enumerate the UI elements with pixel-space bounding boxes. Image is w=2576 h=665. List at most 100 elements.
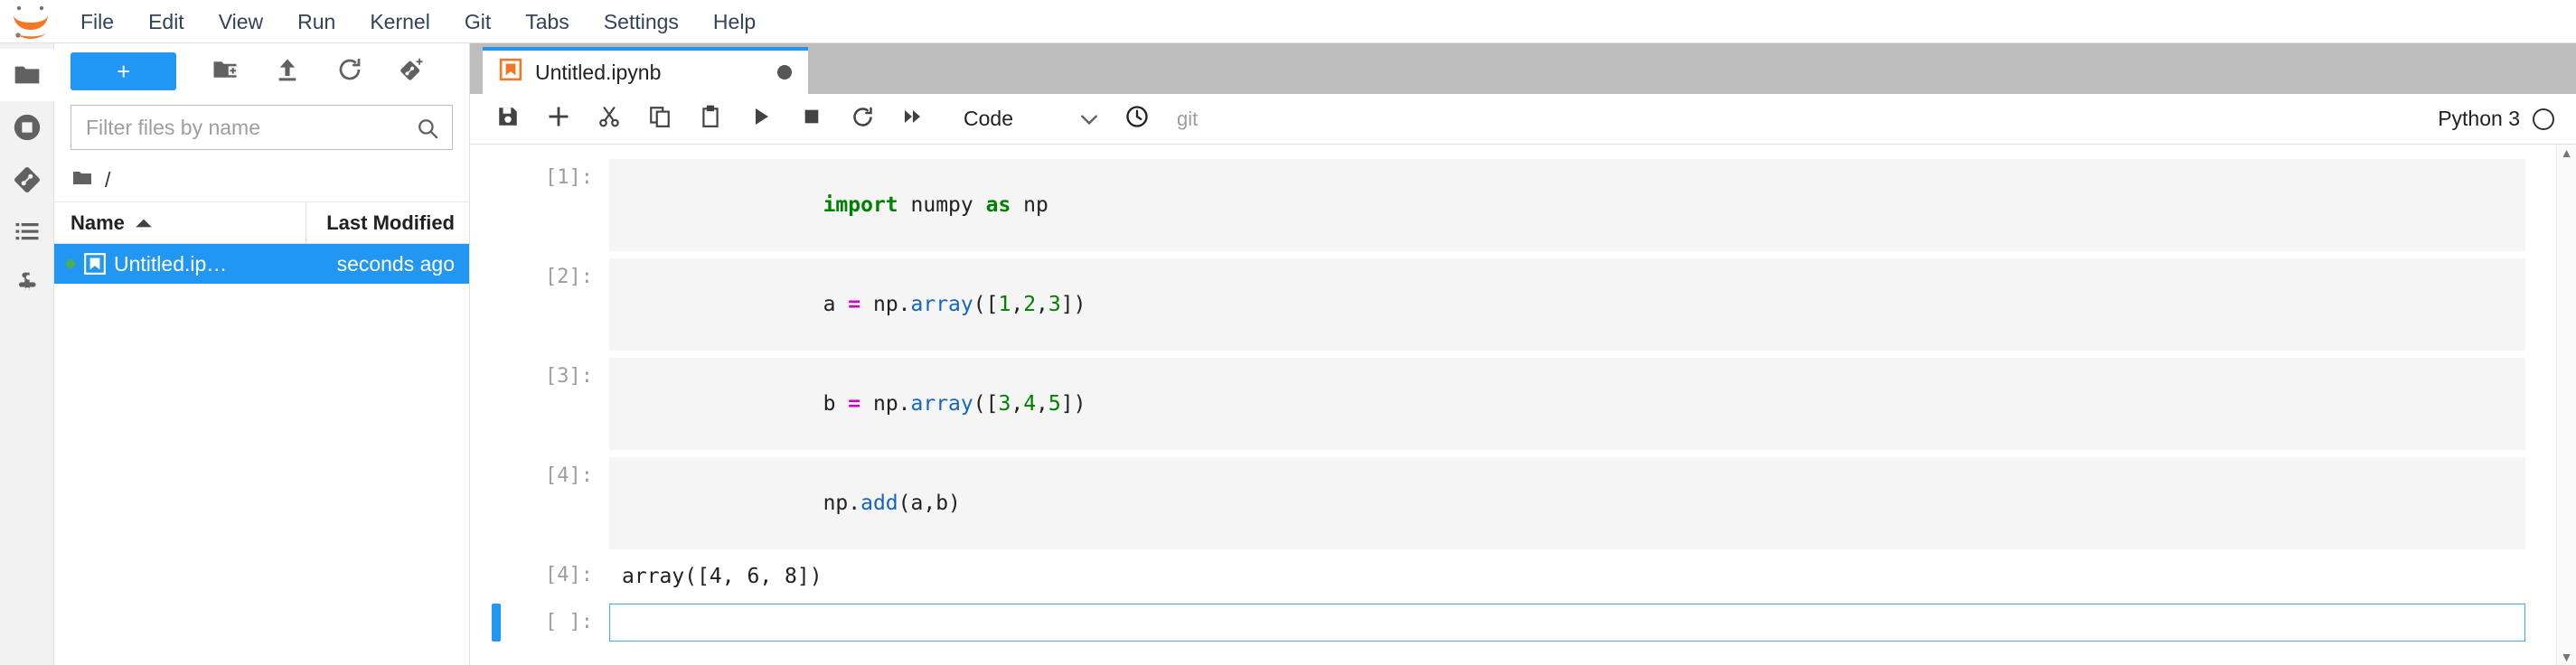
unsaved-changes-dot[interactable] bbox=[777, 65, 792, 80]
notebook-cell[interactable]: [4]: np.add(a,b) bbox=[470, 454, 2556, 553]
notebook-icon bbox=[499, 58, 522, 87]
file-last-modified: seconds ago bbox=[336, 251, 455, 276]
play-icon bbox=[750, 106, 772, 132]
extensions-puzzle-icon bbox=[13, 270, 42, 299]
code-token: array bbox=[910, 392, 973, 416]
code-token: b bbox=[823, 392, 849, 416]
menu-item-run[interactable]: Run bbox=[283, 5, 350, 39]
kernel-idle-circle-icon[interactable] bbox=[2533, 108, 2554, 130]
breadcrumb-path[interactable]: / bbox=[105, 168, 110, 192]
cell-active-accent bbox=[492, 358, 501, 450]
code-token: import bbox=[823, 193, 898, 217]
menu-item-view[interactable]: View bbox=[204, 5, 277, 39]
cell-output-area: array([4, 6, 8]) bbox=[622, 565, 823, 588]
menu-item-help[interactable]: Help bbox=[699, 5, 770, 39]
upload-icon bbox=[275, 57, 300, 87]
code-token: numpy bbox=[898, 193, 986, 217]
cell-input-area[interactable]: import numpy as np bbox=[609, 159, 2525, 251]
notebook-cell-active[interactable]: [ ]: bbox=[470, 600, 2556, 645]
column-header-name[interactable]: Name bbox=[54, 202, 306, 243]
folder-icon bbox=[71, 167, 94, 193]
file-list-empty-space bbox=[54, 284, 469, 665]
code-token: = bbox=[848, 293, 861, 316]
plus-icon bbox=[546, 104, 571, 134]
scroll-up-arrow-icon[interactable]: ▲ bbox=[2561, 146, 2573, 159]
copy-cells-button[interactable] bbox=[635, 97, 685, 142]
run-cell-button[interactable] bbox=[736, 97, 786, 142]
save-button[interactable] bbox=[483, 97, 533, 142]
menu-bar: File Edit View Run Kernel Git Tabs Setti… bbox=[0, 0, 2576, 43]
file-list-item-untitled[interactable]: Untitled.ip… seconds ago bbox=[54, 244, 469, 284]
code-token: 1 bbox=[998, 293, 1011, 316]
execution-history-button[interactable] bbox=[1112, 97, 1162, 142]
git-toolbar-label[interactable]: git bbox=[1177, 108, 1198, 131]
sidebar-item-table-of-contents[interactable] bbox=[0, 206, 54, 258]
cut-cells-button[interactable] bbox=[584, 97, 635, 142]
insert-cell-below-button[interactable] bbox=[533, 97, 584, 142]
code-token: np. bbox=[860, 392, 911, 416]
notebook-cell[interactable]: [2]: a = np.array([1,2,3]) bbox=[470, 255, 2556, 354]
cell-type-dropdown[interactable]: Code bbox=[964, 98, 1099, 141]
upload-files-button[interactable] bbox=[266, 50, 308, 93]
restart-kernel-button[interactable] bbox=[837, 97, 888, 142]
column-header-last-modified[interactable]: Last Modified bbox=[306, 211, 469, 235]
paste-cells-button[interactable] bbox=[685, 97, 736, 142]
restart-and-run-all-button[interactable] bbox=[888, 97, 938, 142]
new-folder-button[interactable] bbox=[203, 50, 246, 93]
menu-item-edit[interactable]: Edit bbox=[134, 5, 199, 39]
tab-untitled-ipynb[interactable]: Untitled.ipynb bbox=[483, 47, 808, 94]
cell-active-accent bbox=[492, 159, 501, 251]
breadcrumb[interactable]: / bbox=[54, 159, 469, 202]
jupyter-logo-icon bbox=[7, 3, 54, 41]
main-body: + Filter files by name / Name Last Modif… bbox=[0, 43, 2576, 665]
search-icon bbox=[416, 117, 439, 145]
code-token: , bbox=[1036, 293, 1048, 316]
cell-input-area-empty[interactable] bbox=[609, 604, 2525, 642]
menu-item-settings[interactable]: Settings bbox=[589, 5, 693, 39]
tab-bar: Untitled.ipynb bbox=[470, 43, 2576, 94]
sidebar-item-running-kernels[interactable] bbox=[0, 101, 54, 154]
menu-item-git[interactable]: Git bbox=[450, 5, 505, 39]
tab-label: Untitled.ipynb bbox=[535, 60, 662, 84]
menu-item-file[interactable]: File bbox=[66, 5, 128, 39]
refresh-file-list-button[interactable] bbox=[328, 50, 371, 93]
code-token: (a,b) bbox=[898, 492, 961, 515]
activity-bar bbox=[0, 43, 54, 665]
notebook-scroll-wrapper: [1]: import numpy as np [2]: a = np.arra… bbox=[470, 145, 2576, 665]
save-floppy-icon bbox=[496, 105, 520, 133]
copy-icon bbox=[648, 105, 672, 133]
code-token: ([ bbox=[973, 293, 999, 316]
notebook-scrollbar[interactable]: ▲ ▼ bbox=[2556, 145, 2576, 665]
git-icon bbox=[13, 165, 42, 194]
sidebar-item-extension-manager[interactable] bbox=[0, 258, 54, 311]
interrupt-kernel-button[interactable] bbox=[786, 97, 837, 142]
cell-input-area[interactable]: b = np.array([3,4,5]) bbox=[609, 358, 2525, 450]
file-filter-input[interactable] bbox=[71, 107, 452, 148]
menu-item-tabs[interactable]: Tabs bbox=[511, 5, 584, 39]
notebook-toolbar: Code git Python 3 bbox=[470, 94, 2576, 145]
cell-input-area[interactable]: a = np.array([1,2,3]) bbox=[609, 258, 2525, 351]
file-filter-box bbox=[71, 105, 453, 150]
notebook-cell[interactable]: [1]: import numpy as np bbox=[470, 155, 2556, 255]
sidebar-item-git[interactable] bbox=[0, 154, 54, 206]
code-token: add bbox=[860, 492, 898, 515]
menu-item-kernel[interactable]: Kernel bbox=[355, 5, 444, 39]
kernel-name-label[interactable]: Python 3 bbox=[2438, 107, 2520, 131]
sidebar-item-file-browser[interactable] bbox=[0, 49, 54, 101]
cell-input-area[interactable]: np.add(a,b) bbox=[609, 457, 2525, 549]
chevron-down-icon bbox=[1079, 107, 1099, 131]
new-launcher-button[interactable]: + bbox=[71, 52, 177, 90]
cell-prompt: [2]: bbox=[545, 266, 593, 288]
notebook-cell[interactable]: [3]: b = np.array([3,4,5]) bbox=[470, 354, 2556, 454]
cell-active-accent bbox=[492, 258, 501, 351]
code-token: , bbox=[1036, 392, 1048, 416]
git-clone-button[interactable] bbox=[390, 50, 433, 93]
output-prompt: [4]: bbox=[545, 564, 593, 586]
refresh-icon bbox=[336, 56, 363, 88]
scroll-down-arrow-icon[interactable]: ▼ bbox=[2561, 651, 2573, 663]
cell-active-accent bbox=[492, 557, 501, 596]
running-kernels-icon bbox=[12, 112, 42, 143]
restart-circular-arrow-icon bbox=[851, 105, 875, 134]
code-token: 5 bbox=[1048, 392, 1061, 416]
dock-area: Untitled.ipynb Code git Python 3 [1]: im… bbox=[470, 43, 2576, 665]
